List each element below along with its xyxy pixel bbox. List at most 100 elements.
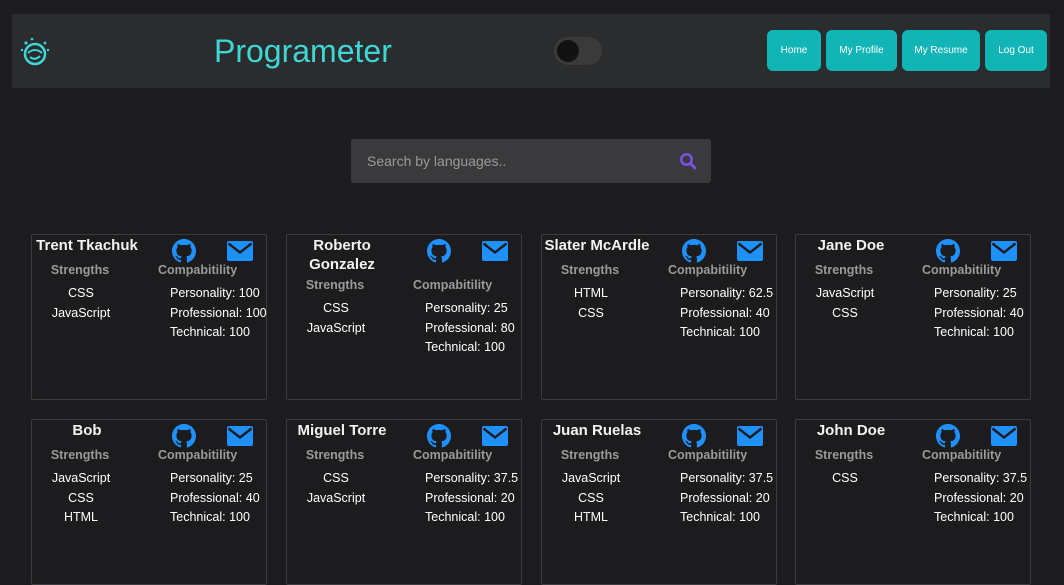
strength-item: JavaScript [306, 320, 366, 335]
developer-name: Miguel Torre [297, 422, 387, 439]
professional-score: Professional: 80 [425, 321, 515, 335]
envelope-icon[interactable] [482, 426, 508, 446]
metric-label: Professional: [934, 490, 1007, 505]
strength-item: CSS [323, 471, 349, 485]
envelope-icon[interactable] [737, 241, 763, 261]
metric-label: Technical: [934, 325, 990, 339]
professional-score: Professional: 20 [425, 491, 515, 505]
strength-item: JavaScript [306, 490, 366, 505]
strengths-heading: Strengths [50, 448, 110, 462]
my-resume-button[interactable]: My Resume [902, 30, 980, 71]
metric-label: Personality: [170, 471, 236, 485]
metric-label: Personality: [680, 286, 746, 300]
compatibility-heading: Compabitility [158, 263, 238, 277]
strength-item: JavaScript [51, 471, 111, 485]
brand-title[interactable]: Programeter [214, 33, 392, 70]
envelope-icon[interactable] [482, 241, 508, 261]
technical-score: Technical: 100 [170, 510, 250, 524]
envelope-icon[interactable] [227, 241, 253, 261]
strength-item: CSS [323, 301, 349, 315]
professional-score: Professional: 40 [170, 491, 260, 505]
developer-name: Bob [72, 422, 102, 439]
metric-value: 100 [484, 510, 505, 524]
developer-card: Miguel Torre Strengths Compabitility CSS Jav… [286, 419, 522, 585]
toggle-knob [557, 40, 579, 62]
metric-value: 25 [1002, 286, 1017, 300]
technical-score: Technical: 100 [170, 325, 250, 339]
strength-item: HTML [573, 510, 609, 524]
navbar: Programeter Home My Profile My Resume Lo… [12, 14, 1050, 88]
compatibility-heading: Compabitility [668, 448, 748, 462]
strength-item: HTML [63, 510, 99, 524]
personality-score: Personality: 25 [170, 471, 253, 485]
github-icon[interactable] [171, 423, 197, 449]
compatibility-heading: Compabitility [668, 263, 748, 277]
metric-value: 100 [245, 305, 267, 320]
strengths-heading: Strengths [50, 263, 110, 277]
github-icon[interactable] [681, 238, 707, 264]
metric-value: 100 [739, 510, 760, 524]
metric-label: Professional: [680, 305, 753, 320]
metric-label: Technical: [425, 510, 481, 524]
strengths-heading: Strengths [814, 263, 874, 277]
github-icon[interactable] [426, 238, 452, 264]
search-icon[interactable] [679, 152, 697, 170]
github-icon[interactable] [171, 238, 197, 264]
personality-score: Personality: 100 [170, 286, 260, 300]
home-button[interactable]: Home [767, 30, 821, 71]
metric-label: Technical: [425, 340, 481, 354]
developer-name: Juan Ruelas [552, 422, 642, 439]
strength-item: JavaScript [51, 305, 111, 320]
envelope-icon[interactable] [737, 426, 763, 446]
envelope-icon[interactable] [991, 241, 1017, 261]
metric-label: Technical: [170, 325, 226, 339]
strength-item: CSS [578, 305, 604, 320]
metric-value: 100 [484, 340, 505, 354]
envelope-icon[interactable] [991, 426, 1017, 446]
strength-item: JavaScript [561, 471, 621, 485]
search-bar [351, 139, 711, 183]
theme-toggle[interactable] [554, 37, 602, 65]
personality-score: Personality: 37.5 [934, 471, 1027, 485]
metric-value: 100 [229, 510, 250, 524]
my-profile-button[interactable]: My Profile [826, 30, 897, 71]
professional-score: Professional: 20 [934, 491, 1024, 505]
metric-label: Personality: [170, 286, 236, 300]
github-icon[interactable] [681, 423, 707, 449]
metric-label: Professional: [425, 320, 498, 335]
technical-score: Technical: 100 [425, 340, 505, 354]
strengths-heading: Strengths [560, 263, 620, 277]
metric-value: 25 [493, 301, 508, 315]
strength-item: CSS [832, 305, 858, 320]
metric-value: 80 [500, 320, 515, 335]
search-input[interactable] [351, 139, 677, 183]
envelope-icon[interactable] [227, 426, 253, 446]
metric-value: 40 [245, 490, 260, 505]
technical-score: Technical: 100 [425, 510, 505, 524]
strength-item: JavaScript [815, 286, 875, 300]
github-icon[interactable] [426, 423, 452, 449]
strength-item: HTML [573, 286, 609, 300]
metric-label: Personality: [425, 471, 491, 485]
strengths-heading: Strengths [305, 278, 365, 292]
metric-value: 20 [500, 490, 515, 505]
professional-score: Professional: 40 [934, 306, 1024, 320]
metric-value: 40 [1009, 305, 1024, 320]
metric-label: Personality: [934, 471, 1000, 485]
developer-name: Slater McArdle [544, 237, 650, 254]
strength-item: CSS [832, 471, 858, 485]
developer-card: Trent Tkachuk Strengths Compabitility CSS Ja… [31, 234, 267, 400]
strength-item: CSS [68, 286, 94, 300]
brain-logo-icon[interactable] [18, 34, 52, 68]
github-icon[interactable] [935, 423, 961, 449]
metric-label: Professional: [170, 490, 243, 505]
github-icon[interactable] [935, 238, 961, 264]
metric-label: Technical: [680, 325, 736, 339]
log-out-button[interactable]: Log Out [985, 30, 1047, 71]
personality-score: Personality: 25 [934, 286, 1017, 300]
personality-score: Personality: 25 [425, 301, 508, 315]
strengths-heading: Strengths [560, 448, 620, 462]
metric-value: 25 [238, 471, 253, 485]
strengths-heading: Strengths [305, 448, 365, 462]
metric-value: 37.5 [493, 471, 519, 485]
